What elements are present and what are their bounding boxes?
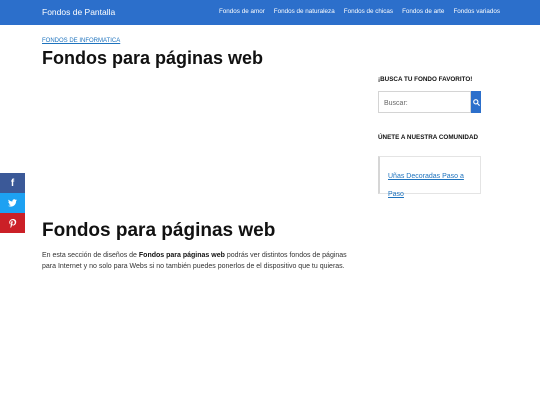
twitter-share-button[interactable] — [0, 193, 25, 213]
nav-item-arte[interactable]: Fondos de arte — [402, 8, 444, 15]
category-breadcrumb[interactable]: FONDOS DE INFORMATICA — [42, 38, 120, 44]
community-link[interactable]: Uñas Decoradas Paso a Paso — [388, 173, 464, 198]
section-title: Fondos para páginas web — [42, 220, 276, 241]
nav-item-chicas[interactable]: Fondos de chicas — [344, 8, 393, 15]
twitter-icon — [8, 199, 17, 207]
nav-item-variados[interactable]: Fondos variados — [453, 8, 500, 15]
facebook-share-button[interactable]: f — [0, 173, 25, 193]
intro-text-start: En esta sección de diseños de — [42, 252, 139, 259]
search-button[interactable] — [471, 91, 481, 113]
search-icon — [472, 98, 480, 106]
intro-paragraph: En esta sección de diseños de Fondos par… — [42, 250, 352, 273]
search-widget-title: ¡BUSCA TU FONDO FAVORITO! — [378, 76, 473, 83]
community-widget-title: ÚNETE A NUESTRA COMUNIDAD — [378, 134, 479, 141]
nav-item-naturaleza[interactable]: Fondos de naturaleza — [274, 8, 335, 15]
main-nav: Fondos de amor Fondos de naturaleza Fond… — [219, 8, 500, 15]
page-title: Fondos para páginas web — [42, 48, 264, 68]
pinterest-share-button[interactable] — [0, 213, 25, 233]
search-input[interactable] — [379, 93, 470, 114]
search-field-wrapper — [378, 91, 471, 114]
nav-item-amor[interactable]: Fondos de amor — [219, 8, 265, 15]
pinterest-icon — [8, 218, 16, 228]
community-link-box: Uñas Decoradas Paso a Paso — [378, 156, 481, 198]
top-navigation-bar: Fondos de Pantalla Fondos de amor Fondos… — [0, 0, 540, 25]
site-brand[interactable]: Fondos de Pantalla — [42, 7, 115, 17]
intro-bold-text: Fondos para páginas web — [138, 252, 225, 259]
facebook-icon: f — [10, 177, 15, 189]
